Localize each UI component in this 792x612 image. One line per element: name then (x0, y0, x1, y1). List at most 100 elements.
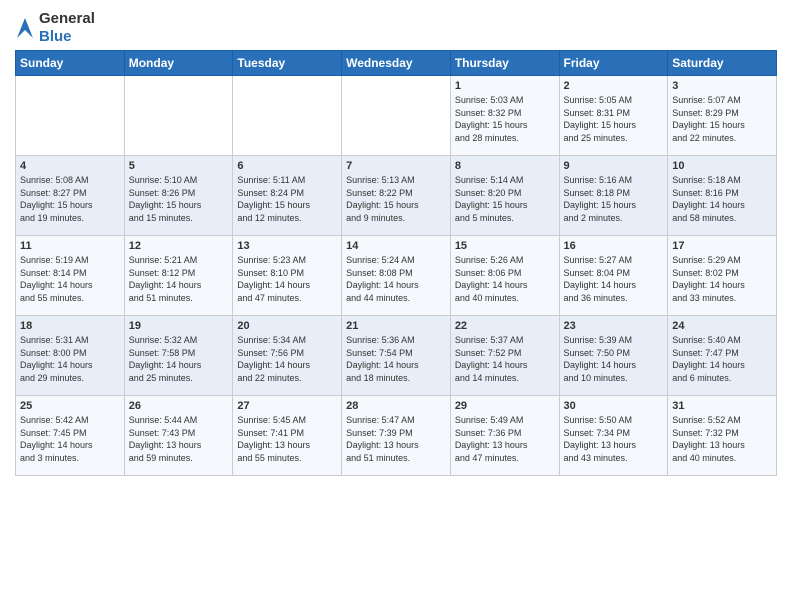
logo-bird-icon (15, 16, 35, 40)
col-header-saturday: Saturday (668, 51, 777, 76)
day-info: Sunrise: 5:49 AM Sunset: 7:36 PM Dayligh… (455, 414, 555, 464)
calendar-cell: 25 Sunrise: 5:42 AM Sunset: 7:45 PM Dayli… (16, 396, 125, 476)
calendar-cell: 4 Sunrise: 5:08 AM Sunset: 8:27 PM Daylig… (16, 156, 125, 236)
calendar-cell: 19Sunrise: 5:32 AM Sunset: 7:58 PM Dayli… (124, 316, 233, 396)
calendar-cell: 20 Sunrise: 5:34 AM Sunset: 7:56 PM Dayli… (233, 316, 342, 396)
day-info: Sunrise: 5:23 AM Sunset: 8:10 PM Dayligh… (237, 254, 337, 304)
day-info: Sunrise: 5:39 AM Sunset: 7:50 PM Dayligh… (564, 334, 664, 384)
day-info: Sunrise: 5:21 AM Sunset: 8:12 PM Dayligh… (129, 254, 229, 304)
day-number: 8 (455, 160, 555, 172)
day-number: 24 (672, 320, 772, 332)
page-container: GeneralBlue SundayMondayTuesdayWednesday… (0, 0, 792, 486)
day-number: 2 (564, 80, 664, 92)
calendar-cell: 16 Sunrise: 5:27 AM Sunset: 8:04 PM Dayli… (559, 236, 668, 316)
day-number: 5 (129, 160, 229, 172)
calendar-cell (233, 76, 342, 156)
day-info: Sunrise: 5:13 AM Sunset: 8:22 PM Dayligh… (346, 174, 446, 224)
day-number: 16 (564, 240, 664, 252)
calendar-week-row: 18Sunrise: 5:31 AM Sunset: 8:00 PM Dayli… (16, 316, 777, 396)
col-header-sunday: Sunday (16, 51, 125, 76)
calendar-week-row: 25 Sunrise: 5:42 AM Sunset: 7:45 PM Dayli… (16, 396, 777, 476)
header: GeneralBlue (15, 10, 777, 46)
calendar-header-row: SundayMondayTuesdayWednesdayThursdayFrid… (16, 51, 777, 76)
day-info: Sunrise: 5:47 AM Sunset: 7:39 PM Dayligh… (346, 414, 446, 464)
col-header-thursday: Thursday (450, 51, 559, 76)
logo-text: GeneralBlue (39, 10, 95, 46)
calendar-cell: 6Sunrise: 5:11 AM Sunset: 8:24 PM Daylig… (233, 156, 342, 236)
day-number: 4 (20, 160, 120, 172)
logo: GeneralBlue (15, 10, 95, 46)
calendar-cell: 31 Sunrise: 5:52 AM Sunset: 7:32 PM Dayli… (668, 396, 777, 476)
day-number: 11 (20, 240, 120, 252)
calendar-cell: 5 Sunrise: 5:10 AM Sunset: 8:26 PM Daylig… (124, 156, 233, 236)
calendar-cell: 2 Sunrise: 5:05 AM Sunset: 8:31 PM Daylig… (559, 76, 668, 156)
day-info: Sunrise: 5:18 AM Sunset: 8:16 PM Dayligh… (672, 174, 772, 224)
day-info: Sunrise: 5:34 AM Sunset: 7:56 PM Dayligh… (237, 334, 337, 384)
col-header-monday: Monday (124, 51, 233, 76)
day-number: 20 (237, 320, 337, 332)
calendar-cell: 29 Sunrise: 5:49 AM Sunset: 7:36 PM Dayli… (450, 396, 559, 476)
day-number: 9 (564, 160, 664, 172)
day-number: 29 (455, 400, 555, 412)
calendar-cell (124, 76, 233, 156)
day-number: 1 (455, 80, 555, 92)
day-number: 13 (237, 240, 337, 252)
day-info: Sunrise: 5:52 AM Sunset: 7:32 PM Dayligh… (672, 414, 772, 464)
day-number: 30 (564, 400, 664, 412)
day-info: Sunrise: 5:26 AM Sunset: 8:06 PM Dayligh… (455, 254, 555, 304)
day-info: Sunrise: 5:07 AM Sunset: 8:29 PM Dayligh… (672, 94, 772, 144)
calendar-cell: 22 Sunrise: 5:37 AM Sunset: 7:52 PM Dayli… (450, 316, 559, 396)
day-number: 31 (672, 400, 772, 412)
day-number: 23 (564, 320, 664, 332)
day-number: 21 (346, 320, 446, 332)
day-number: 15 (455, 240, 555, 252)
day-info: Sunrise: 5:40 AM Sunset: 7:47 PM Dayligh… (672, 334, 772, 384)
day-info: Sunrise: 5:05 AM Sunset: 8:31 PM Dayligh… (564, 94, 664, 144)
day-info: Sunrise: 5:16 AM Sunset: 8:18 PM Dayligh… (564, 174, 664, 224)
day-info: Sunrise: 5:45 AM Sunset: 7:41 PM Dayligh… (237, 414, 337, 464)
calendar-cell: 15 Sunrise: 5:26 AM Sunset: 8:06 PM Dayli… (450, 236, 559, 316)
day-info: Sunrise: 5:42 AM Sunset: 7:45 PM Dayligh… (20, 414, 120, 464)
day-info: Sunrise: 5:29 AM Sunset: 8:02 PM Dayligh… (672, 254, 772, 304)
day-number: 19 (129, 320, 229, 332)
calendar-cell: 24 Sunrise: 5:40 AM Sunset: 7:47 PM Dayli… (668, 316, 777, 396)
col-header-tuesday: Tuesday (233, 51, 342, 76)
day-number: 14 (346, 240, 446, 252)
day-number: 12 (129, 240, 229, 252)
col-header-friday: Friday (559, 51, 668, 76)
calendar-cell: 10 Sunrise: 5:18 AM Sunset: 8:16 PM Dayli… (668, 156, 777, 236)
calendar-cell: 18Sunrise: 5:31 AM Sunset: 8:00 PM Dayli… (16, 316, 125, 396)
day-number: 10 (672, 160, 772, 172)
calendar-cell: 27Sunrise: 5:45 AM Sunset: 7:41 PM Dayli… (233, 396, 342, 476)
calendar-cell (342, 76, 451, 156)
calendar-cell (16, 76, 125, 156)
calendar-cell: 1Sunrise: 5:03 AM Sunset: 8:32 PM Daylig… (450, 76, 559, 156)
day-info: Sunrise: 5:27 AM Sunset: 8:04 PM Dayligh… (564, 254, 664, 304)
calendar-cell: 11Sunrise: 5:19 AM Sunset: 8:14 PM Dayli… (16, 236, 125, 316)
day-number: 22 (455, 320, 555, 332)
day-info: Sunrise: 5:37 AM Sunset: 7:52 PM Dayligh… (455, 334, 555, 384)
calendar-cell: 9 Sunrise: 5:16 AM Sunset: 8:18 PM Daylig… (559, 156, 668, 236)
calendar-cell: 8Sunrise: 5:14 AM Sunset: 8:20 PM Daylig… (450, 156, 559, 236)
day-number: 28 (346, 400, 446, 412)
calendar-cell: 12 Sunrise: 5:21 AM Sunset: 8:12 PM Dayli… (124, 236, 233, 316)
calendar-cell: 13 Sunrise: 5:23 AM Sunset: 8:10 PM Dayli… (233, 236, 342, 316)
day-number: 25 (20, 400, 120, 412)
calendar-cell: 30Sunrise: 5:50 AM Sunset: 7:34 PM Dayli… (559, 396, 668, 476)
calendar-table: SundayMondayTuesdayWednesdayThursdayFrid… (15, 50, 777, 476)
calendar-cell: 7 Sunrise: 5:13 AM Sunset: 8:22 PM Daylig… (342, 156, 451, 236)
calendar-cell: 14 Sunrise: 5:24 AM Sunset: 8:08 PM Dayli… (342, 236, 451, 316)
day-number: 18 (20, 320, 120, 332)
calendar-cell: 23 Sunrise: 5:39 AM Sunset: 7:50 PM Dayli… (559, 316, 668, 396)
day-number: 17 (672, 240, 772, 252)
calendar-cell: 26Sunrise: 5:44 AM Sunset: 7:43 PM Dayli… (124, 396, 233, 476)
day-info: Sunrise: 5:08 AM Sunset: 8:27 PM Dayligh… (20, 174, 120, 224)
day-info: Sunrise: 5:10 AM Sunset: 8:26 PM Dayligh… (129, 174, 229, 224)
calendar-cell: 17 Sunrise: 5:29 AM Sunset: 8:02 PM Dayli… (668, 236, 777, 316)
day-info: Sunrise: 5:11 AM Sunset: 8:24 PM Dayligh… (237, 174, 337, 224)
calendar-cell: 28 Sunrise: 5:47 AM Sunset: 7:39 PM Dayli… (342, 396, 451, 476)
day-info: Sunrise: 5:24 AM Sunset: 8:08 PM Dayligh… (346, 254, 446, 304)
calendar-week-row: 4 Sunrise: 5:08 AM Sunset: 8:27 PM Daylig… (16, 156, 777, 236)
day-number: 7 (346, 160, 446, 172)
day-info: Sunrise: 5:44 AM Sunset: 7:43 PM Dayligh… (129, 414, 229, 464)
